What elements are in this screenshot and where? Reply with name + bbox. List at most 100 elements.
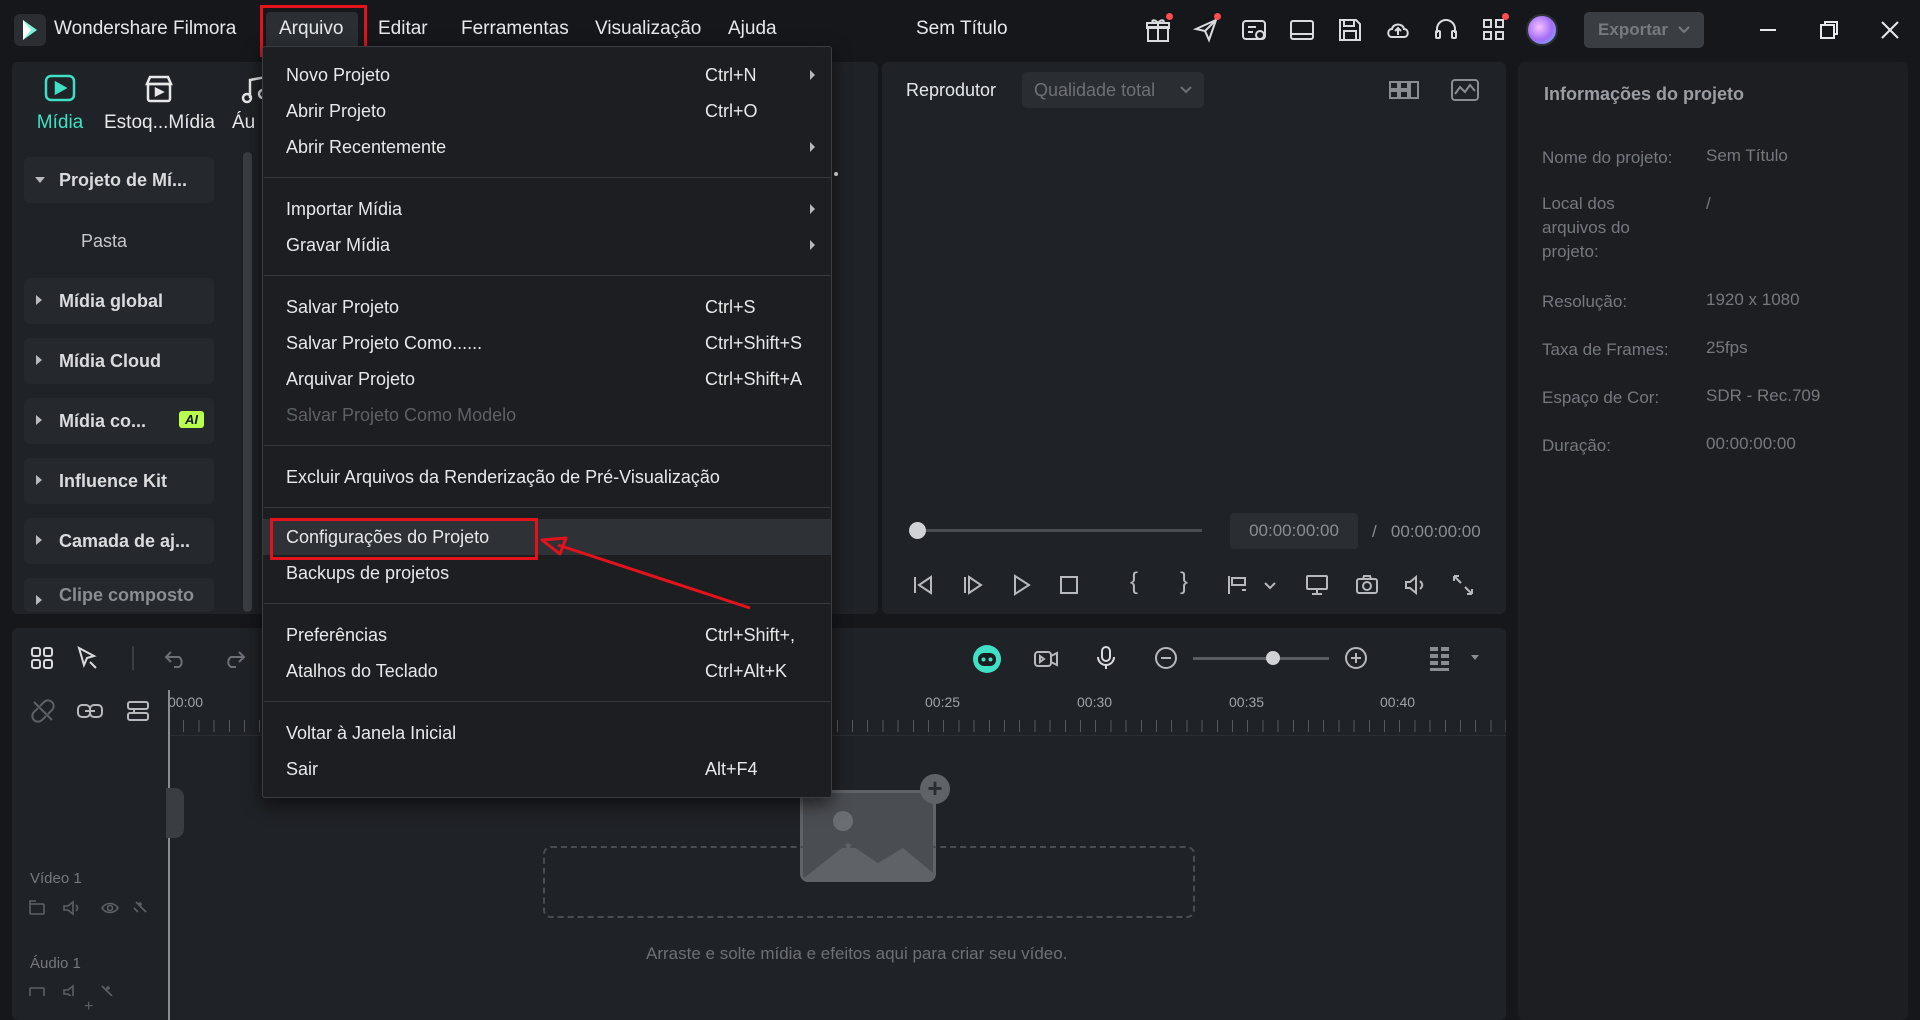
apps-grid-icon[interactable] (1480, 13, 1509, 44)
menu-item-delete-render-files[interactable]: Excluir Arquivos da Renderização de Pré-… (263, 459, 831, 495)
notification-dot (1166, 13, 1173, 20)
sidebar-item-project-media[interactable]: Projeto de Mí... (24, 157, 214, 203)
mark-out-icon[interactable]: } (1180, 568, 1206, 595)
play-icon[interactable] (1008, 572, 1034, 598)
menu-separator (264, 275, 832, 276)
menu-ajuda[interactable]: Ajuda (728, 18, 777, 40)
cloud-upload-icon[interactable] (1384, 16, 1412, 44)
menu-item-shortcut: Ctrl+Alt+K (705, 661, 788, 681)
menu-item-label: Salvar Projeto (286, 297, 400, 317)
tab-audio[interactable]: Áu (232, 72, 262, 134)
playhead[interactable] (168, 690, 170, 1020)
menu-item-exit[interactable]: Sair Alt+F4 (263, 751, 831, 787)
sidebar-item-label: Mídia Cloud (59, 350, 161, 371)
restore-icon[interactable] (1817, 18, 1841, 42)
toolbar-divider (132, 646, 134, 670)
sidebar-item-label: Mídia co... (59, 410, 147, 431)
media-icon (43, 72, 77, 106)
sidebar-item-adjustment-layer[interactable]: Camada de aj... (24, 518, 214, 564)
tab-stock-media[interactable]: Estoq...Mídia (104, 72, 215, 134)
playback-progress-track[interactable] (916, 529, 1202, 532)
track-layout-icon[interactable] (1426, 644, 1454, 672)
menu-item-open-recent[interactable]: Abrir Recentemente (263, 129, 831, 165)
link-icon[interactable] (76, 698, 104, 724)
minimize-icon[interactable] (1756, 18, 1780, 42)
mark-in-icon[interactable]: { (1130, 568, 1156, 595)
layout-grid-icon[interactable] (28, 644, 56, 672)
quality-select[interactable]: Qualidade total (1022, 72, 1204, 108)
sidebar-item-folder[interactable]: Pasta (81, 231, 127, 252)
send-icon[interactable] (1192, 13, 1221, 44)
menu-item-keyboard-shortcuts[interactable]: Atalhos do Teclado Ctrl+Alt+K (263, 653, 831, 689)
redo-icon[interactable] (220, 644, 248, 672)
info-value-resolution: 1920 x 1080 (1706, 290, 1800, 309)
submenu-arrow-icon (810, 204, 815, 214)
stop-icon[interactable] (1056, 572, 1082, 598)
microphone-icon[interactable] (1092, 644, 1120, 672)
more-dot (834, 172, 838, 176)
fullscreen-icon[interactable] (1450, 572, 1476, 598)
insert-marker-icon[interactable] (1224, 572, 1250, 598)
menu-item-record-media[interactable]: Gravar Mídia (263, 227, 831, 263)
grid-view-icon[interactable] (1388, 78, 1420, 102)
ai-copilot-icon[interactable] (972, 644, 1002, 674)
menu-item-preferences[interactable]: Preferências Ctrl+Shift+, (263, 617, 831, 653)
zoom-in-icon[interactable] (1342, 644, 1370, 672)
headset-icon[interactable] (1432, 16, 1460, 44)
menu-item-back-to-start[interactable]: Voltar à Janela Inicial (263, 715, 831, 751)
sidebar-item-influence-kit[interactable]: Influence Kit (24, 458, 214, 504)
timeline-zoom-knob[interactable] (1266, 651, 1280, 665)
snapshot-camera-icon[interactable] (1354, 572, 1380, 598)
select-cursor-icon[interactable] (74, 644, 102, 672)
save-icon[interactable] (1336, 16, 1364, 44)
track-manage-icon[interactable] (124, 698, 152, 724)
gift-icon[interactable] (1144, 13, 1173, 44)
menu-item-save-as-template: Salvar Projeto Como Modelo (263, 397, 831, 433)
close-icon[interactable] (1878, 18, 1902, 42)
chevron-down-icon[interactable] (1470, 654, 1480, 661)
add-track-icon[interactable]: + (84, 998, 93, 1016)
timeline-drop-zone[interactable] (543, 846, 1195, 918)
auto-beat-icon[interactable] (1032, 644, 1060, 672)
tab-media[interactable]: Mídia (30, 72, 90, 134)
ruler-label: 00:40 (1380, 694, 1416, 710)
zoom-out-icon[interactable] (1152, 644, 1180, 672)
undo-icon[interactable] (162, 644, 190, 672)
total-time: / 00:00:00:00 (1372, 522, 1481, 542)
menu-item-archive-project[interactable]: Arquivar Projeto Ctrl+Shift+A (263, 361, 831, 397)
menu-visualizacao[interactable]: Visualização (595, 18, 701, 40)
sidebar-item-cloud-media[interactable]: Mídia Cloud (24, 338, 214, 384)
menu-item-save-project-as[interactable]: Salvar Projeto Como...... Ctrl+Shift+S (263, 325, 831, 361)
sidebar-item-compound-clip[interactable]: Clipe composto (24, 578, 214, 612)
add-media-plus-icon[interactable]: + (920, 774, 950, 804)
caret-right-icon (36, 595, 42, 605)
sidebar-scrollbar[interactable] (243, 152, 252, 612)
next-frame-icon[interactable] (960, 572, 986, 598)
menu-item-new-project[interactable]: Novo Projeto Ctrl+N (263, 57, 831, 93)
menu-item-save-project[interactable]: Salvar Projeto Ctrl+S (263, 289, 831, 325)
menu-item-label: Arquivar Projeto (286, 369, 416, 389)
sidebar-item-global-media[interactable]: Mídia global (24, 278, 214, 324)
display-icon[interactable] (1304, 572, 1330, 598)
playback-progress-knob[interactable] (909, 522, 926, 539)
track-collapse-handle[interactable] (166, 788, 184, 838)
current-time[interactable]: 00:00:00:00 (1230, 513, 1358, 549)
menu-editar[interactable]: Editar (378, 18, 428, 40)
user-avatar[interactable] (1526, 14, 1558, 46)
menu-ferramentas[interactable]: Ferramentas (461, 18, 569, 40)
calendar-check-icon[interactable] (1240, 16, 1268, 44)
menu-item-import-media[interactable]: Importar Mídia (263, 191, 831, 227)
layout-icon[interactable] (1288, 16, 1316, 44)
menu-item-label: Importar Mídia (286, 199, 403, 219)
sidebar-item-ai-media[interactable]: Mídia co... AI (24, 398, 214, 444)
chevron-down-icon[interactable] (1264, 582, 1276, 590)
unlink-icon[interactable] (30, 698, 56, 724)
previous-frame-icon[interactable] (910, 572, 936, 598)
timeline-zoom-track[interactable] (1193, 657, 1329, 660)
export-button[interactable]: Exportar (1584, 12, 1704, 48)
volume-icon[interactable] (1402, 572, 1428, 598)
menu-item-shortcut: Ctrl+O (705, 101, 758, 121)
scope-chart-icon[interactable] (1450, 78, 1480, 102)
menu-item-open-project[interactable]: Abrir Projeto Ctrl+O (263, 93, 831, 129)
ruler-label: 00:00 (168, 694, 204, 710)
